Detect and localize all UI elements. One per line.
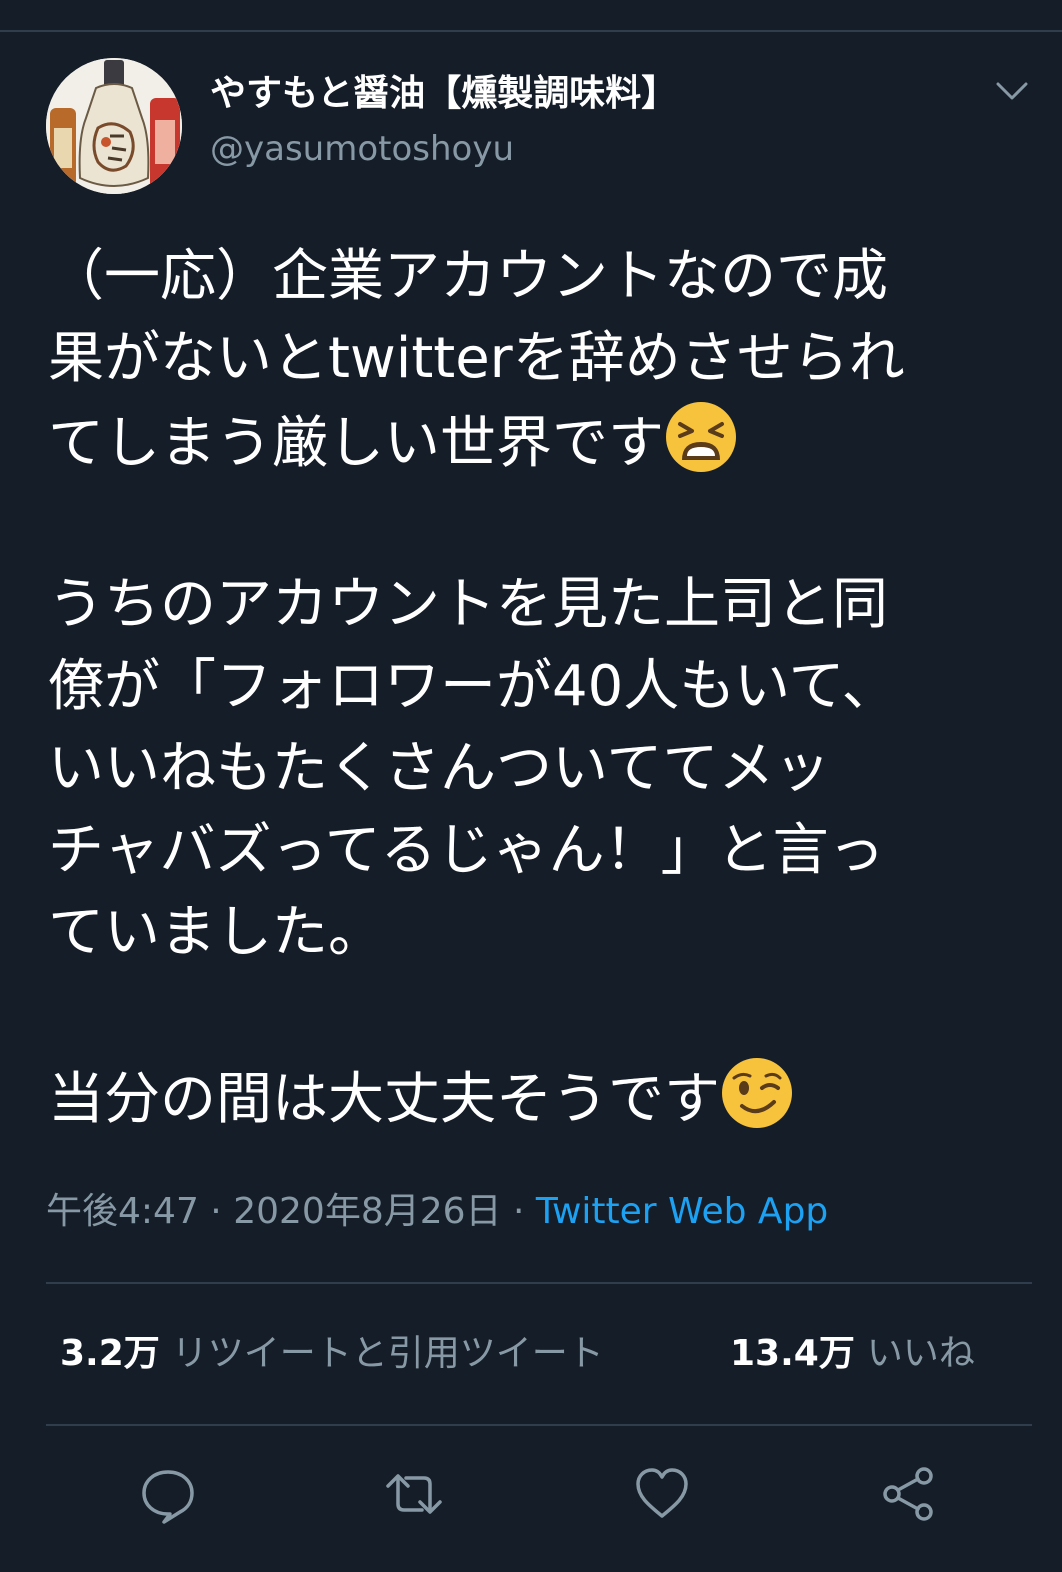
- tweet-line: 僚が「フォロワーが40人もいて、: [48, 654, 898, 719]
- tweet-line-text: てしまう厳しい世界です: [48, 411, 664, 476]
- avatar[interactable]: [46, 58, 182, 194]
- retweets-label: リツイートと引用ツイート: [171, 1333, 604, 1374]
- tweet-line: てしまう厳しい世界です: [48, 400, 1008, 482]
- meta-separator: ·: [513, 1191, 525, 1232]
- tweet-line: いいねもたくさんついててメッ: [48, 736, 831, 801]
- share-icon: [883, 1467, 933, 1521]
- display-name[interactable]: やすもと醤油【燻製調味料】: [210, 70, 677, 118]
- reply-icon: [142, 1470, 194, 1524]
- tired-face-emoji: [666, 402, 736, 472]
- tweet-source-link[interactable]: Twitter Web App: [536, 1191, 828, 1232]
- tweet-line: うちのアカウントを見た上司と同: [48, 572, 888, 637]
- winking-face-emoji: [722, 1058, 792, 1128]
- tweet-line: 果がないとtwitterを辞めさせられ: [48, 326, 905, 391]
- tweet-meta: 午後4:47 · 2020年8月26日 · Twitter Web App: [46, 1188, 828, 1236]
- retweet-button[interactable]: [384, 1464, 444, 1524]
- tweet-time[interactable]: 午後4:47: [46, 1191, 199, 1232]
- divider: [46, 1282, 1032, 1284]
- tweet-text: （一応）企業アカウントなので成 果がないとtwitterを辞めさせられ てしまう…: [48, 236, 1008, 1138]
- likes-count: 13.4万: [730, 1333, 855, 1374]
- tweet-line-text: 当分の間は大丈夫そうです: [48, 1067, 720, 1132]
- like-button[interactable]: [632, 1464, 692, 1524]
- likes-stat[interactable]: 13.4万 いいね: [730, 1330, 975, 1378]
- retweet-icon: [386, 1474, 442, 1514]
- chevron-down-icon[interactable]: [990, 72, 1034, 108]
- meta-separator: ·: [210, 1191, 222, 1232]
- tweet-line: 当分の間は大丈夫そうです: [48, 1056, 1008, 1138]
- account-handle[interactable]: @yasumotoshoyu: [210, 126, 514, 172]
- heart-icon: [636, 1468, 688, 1518]
- tweet-date[interactable]: 2020年8月26日: [233, 1191, 501, 1232]
- tweet-line: （一応）企業アカウントなので成: [48, 244, 888, 309]
- tweet-line: ていました。: [48, 900, 384, 965]
- top-divider: [0, 30, 1062, 32]
- share-button[interactable]: [878, 1464, 938, 1524]
- likes-label: いいね: [866, 1333, 975, 1374]
- retweets-count: 3.2万: [60, 1333, 160, 1374]
- tweet-line: チャバズってるじゃん！」と言っ: [48, 818, 885, 883]
- reply-button[interactable]: [138, 1464, 198, 1524]
- retweets-stat[interactable]: 3.2万 リツイートと引用ツイート: [60, 1330, 604, 1378]
- divider: [46, 1424, 1032, 1426]
